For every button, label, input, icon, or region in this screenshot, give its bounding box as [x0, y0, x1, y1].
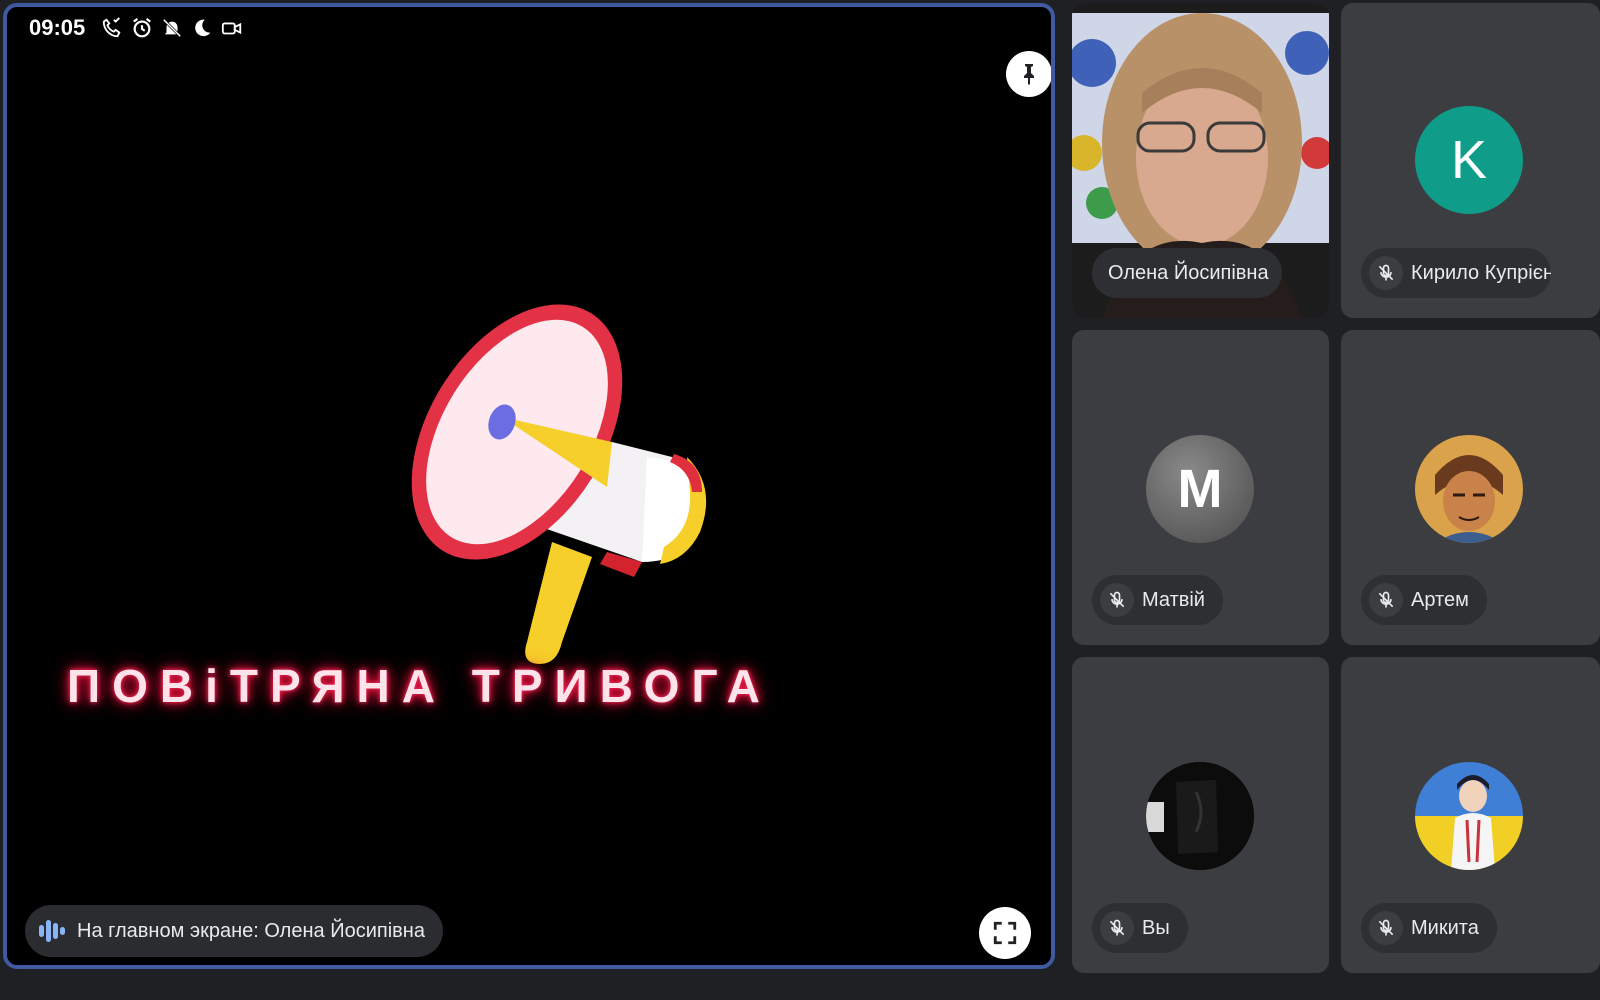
participant-name-chip: Артем: [1361, 575, 1487, 625]
participant-tile-olena[interactable]: Олена Йосипівна: [1072, 3, 1329, 318]
participant-name: Матвій: [1142, 588, 1205, 611]
alarm-icon: [133, 17, 152, 38]
participant-name-chip: Олена Йосипівна: [1092, 248, 1282, 298]
avatar-image: [1415, 762, 1523, 870]
audio-wave-icon: [39, 920, 65, 942]
avatar-letter: K: [1450, 130, 1488, 190]
avatar: [1415, 435, 1523, 543]
participant-name: Артем: [1411, 588, 1469, 611]
participant-tile-mykyta[interactable]: Микита: [1341, 657, 1600, 973]
avatar: [1415, 762, 1523, 870]
fullscreen-button[interactable]: [979, 907, 1031, 959]
call-icon: [103, 17, 121, 38]
avatar: M: [1146, 435, 1254, 543]
participant-name: Вы: [1142, 916, 1170, 939]
participant-tile-kyrylo[interactable]: K Кирило Купрієнко: [1341, 3, 1600, 318]
participant-name-chip: Микита: [1361, 903, 1497, 953]
muted-bell-icon: [163, 18, 182, 38]
participant-name: Кирило Купрієнко: [1411, 261, 1551, 284]
participant-name-chip: Кирило Купрієнко: [1361, 248, 1551, 298]
participant-name: Микита: [1411, 916, 1479, 939]
participant-tile-matviy[interactable]: M Матвій: [1072, 330, 1329, 645]
mic-off-icon: [1100, 911, 1134, 945]
pin-icon: [1024, 64, 1034, 85]
air-raid-alert-banner: ПОВіТРЯНА ТРИВОГА: [67, 660, 772, 712]
status-time: 09:05: [29, 15, 86, 40]
avatar-image: [1415, 435, 1523, 543]
megaphone-image: [411, 304, 707, 664]
participant-tile-artem[interactable]: Артем: [1341, 330, 1600, 645]
pin-button[interactable]: [1006, 51, 1051, 97]
avatar-image: [1146, 762, 1254, 870]
video-camera-icon: [222, 22, 242, 35]
mic-off-icon: [1369, 911, 1403, 945]
fullscreen-icon: [993, 921, 1017, 945]
main-speaker-label: На главном экране: Олена Йосипівна: [25, 905, 443, 957]
speaker-label-text: На главном экране: Олена Йосипівна: [77, 919, 425, 942]
avatar: K: [1415, 106, 1523, 214]
participant-name-chip: Матвій: [1092, 575, 1223, 625]
status-bar-left: 09:05: [29, 15, 243, 41]
mic-off-icon: [1369, 583, 1403, 617]
main-stage-tile[interactable]: 09:05 ПОВіТРЯНА ТРИВОГА На главном экран…: [3, 3, 1055, 969]
mic-off-icon: [1100, 583, 1134, 617]
mic-off-icon: [1369, 256, 1403, 290]
participant-tile-you[interactable]: Вы: [1072, 657, 1329, 973]
avatar-letter: M: [1177, 459, 1223, 519]
participant-name-chip: Вы: [1092, 903, 1188, 953]
participant-name: Олена Йосипівна: [1108, 261, 1269, 284]
avatar: [1146, 762, 1254, 870]
moon-icon: [195, 19, 211, 37]
